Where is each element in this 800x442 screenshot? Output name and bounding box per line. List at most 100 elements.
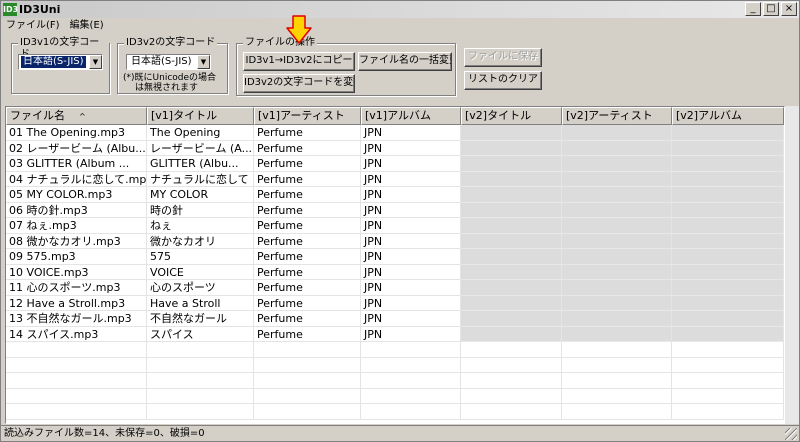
table-row[interactable]: 08 微かなカオリ.mp3 微かなカオリ Perfume JPN: [6, 233, 784, 249]
cell-album: JPN: [361, 326, 461, 342]
col-header-v2-artist[interactable]: [v2]アーティスト: [562, 107, 672, 125]
cell-title: 575: [147, 249, 254, 265]
cell-empty: [672, 218, 784, 234]
cell-empty: [147, 342, 254, 358]
cell-empty: [461, 404, 562, 420]
cell-empty: [562, 295, 672, 311]
cell-title: MY COLOR: [147, 187, 254, 203]
v2-charset-group: ID3v2の文字コード 日本語(S-JIS) ▼ (*)既にUnicodeの場合…: [117, 37, 228, 94]
cell-title: レーザービーム (A...: [147, 140, 254, 156]
batch-rename-button[interactable]: ファイル名の一括変更: [358, 52, 452, 71]
table-row[interactable]: 01 The Opening.mp3 The Opening Perfume JPN: [6, 125, 784, 141]
file-list-table: ファイル名 ^ [v1]タイトル [v1]アーティスト [v1]アルバム [v2]…: [5, 106, 785, 424]
app-icon: ID3: [3, 3, 19, 16]
cell-empty: [672, 295, 784, 311]
minimize-button[interactable]: _: [745, 2, 761, 16]
v2-charset-select[interactable]: 日本語(S-JIS) ▼: [126, 54, 211, 70]
cell-empty: [461, 125, 562, 141]
cell-file: 09 575.mp3: [6, 249, 147, 265]
cell-empty: [672, 125, 784, 141]
cell-title: GLITTER (Albu...: [147, 156, 254, 172]
v2-charset-legend: ID3v2の文字コード: [124, 37, 218, 49]
cell-empty: [562, 140, 672, 156]
save-button[interactable]: ファイルに保存: [464, 48, 542, 67]
cell-empty: [672, 171, 784, 187]
cell-title: Have a Stroll: [147, 295, 254, 311]
col-header-filename[interactable]: ファイル名 ^: [6, 107, 147, 125]
cell-file: 13 不自然なガール.mp3: [6, 311, 147, 327]
maximize-button[interactable]: □: [763, 2, 779, 16]
table-row[interactable]: 06 時の針.mp3 時の針 Perfume JPN: [6, 202, 784, 218]
table-row[interactable]: 04 ナチュラルに恋して.mp3 ナチュラルに恋して Perfume JPN: [6, 171, 784, 187]
cell-empty: [562, 373, 672, 389]
convert-v2-charset-button[interactable]: ID3v2の文字コードを変換: [243, 74, 355, 93]
col-header-v1-title[interactable]: [v1]タイトル: [147, 107, 254, 125]
vertical-scroll-area: [785, 106, 799, 424]
table-row[interactable]: 03 GLITTER (Album ... GLITTER (Albu... Per…: [6, 156, 784, 172]
cell-empty: [461, 249, 562, 265]
cell-empty: [562, 233, 672, 249]
clear-list-button[interactable]: リストのクリア: [464, 71, 542, 90]
v1-charset-group: ID3v1の文字コード 日本語(S-JIS) ▼: [11, 37, 110, 94]
cell-empty: [562, 326, 672, 342]
cell-empty: [6, 373, 147, 389]
cell-album: JPN: [361, 280, 461, 296]
cell-file: 03 GLITTER (Album ...: [6, 156, 147, 172]
copy-v1-to-v2-button[interactable]: ID3v1→ID3v2にコピー: [243, 52, 355, 71]
cell-empty: [461, 187, 562, 203]
table-row[interactable]: 13 不自然なガール.mp3 不自然なガール Perfume JPN: [6, 311, 784, 327]
chevron-down-icon[interactable]: ▼: [89, 55, 102, 69]
cell-empty: [254, 373, 361, 389]
cell-empty: [461, 233, 562, 249]
menu-edit[interactable]: 編集(E): [65, 19, 109, 33]
table-row[interactable]: 07 ねぇ.mp3 ねぇ Perfume JPN: [6, 218, 784, 234]
chevron-down-icon[interactable]: ▼: [197, 55, 210, 69]
cell-empty: [562, 404, 672, 420]
cell-album: JPN: [361, 140, 461, 156]
table-row[interactable]: 09 575.mp3 575 Perfume JPN: [6, 249, 784, 265]
cell-artist: Perfume: [254, 311, 361, 327]
table-row[interactable]: 02 レーザービーム (Albu... レーザービーム (A... Perfume J…: [6, 140, 784, 156]
cell-empty: [562, 311, 672, 327]
cell-album: JPN: [361, 295, 461, 311]
table-row[interactable]: 12 Have a Stroll.mp3 Have a Stroll Perfume…: [6, 295, 784, 311]
table-row[interactable]: 14 スパイス.mp3 スパイス Perfume JPN: [6, 326, 784, 342]
table-row[interactable]: 10 VOICE.mp3 VOICE Perfume JPN: [6, 264, 784, 280]
col-header-v1-artist[interactable]: [v1]アーティスト: [254, 107, 361, 125]
col-header-v1-album[interactable]: [v1]アルバム: [361, 107, 461, 125]
cell-empty: [254, 388, 361, 404]
empty-row: [6, 357, 784, 373]
cell-artist: Perfume: [254, 187, 361, 203]
cell-file: 12 Have a Stroll.mp3: [6, 295, 147, 311]
cell-empty: [562, 125, 672, 141]
close-button[interactable]: ×: [781, 2, 797, 16]
table-row[interactable]: 05 MY COLOR.mp3 MY COLOR Perfume JPN: [6, 187, 784, 203]
cell-empty: [562, 249, 672, 265]
cell-empty: [562, 342, 672, 358]
menu-file[interactable]: ファイル(F): [1, 19, 65, 33]
cell-title: ナチュラルに恋して: [147, 171, 254, 187]
title-bar[interactable]: ID3 ID3Uni _ □ ×: [1, 1, 799, 18]
cell-empty: [562, 171, 672, 187]
cell-artist: Perfume: [254, 125, 361, 141]
cell-empty: [562, 202, 672, 218]
cell-title: 微かなカオリ: [147, 233, 254, 249]
col-header-v2-album[interactable]: [v2]アルバム: [672, 107, 784, 125]
status-bar: 読込みファイル数=14、未保存=0、破損=0: [1, 425, 799, 441]
cell-empty: [562, 280, 672, 296]
col-header-v2-title[interactable]: [v2]タイトル: [461, 107, 562, 125]
cell-empty: [147, 404, 254, 420]
v1-charset-select[interactable]: 日本語(S-JIS) ▼: [18, 54, 103, 70]
v2-charset-value: 日本語(S-JIS): [131, 56, 192, 67]
cell-album: JPN: [361, 264, 461, 280]
empty-row: [6, 373, 784, 389]
cell-empty: [672, 388, 784, 404]
cell-album: JPN: [361, 233, 461, 249]
cell-artist: Perfume: [254, 326, 361, 342]
cell-empty: [147, 388, 254, 404]
table-row[interactable]: 11 心のスポーツ.mp3 心のスポーツ Perfume JPN: [6, 280, 784, 296]
cell-artist: Perfume: [254, 218, 361, 234]
resize-grip-icon[interactable]: [785, 428, 797, 440]
cell-file: 11 心のスポーツ.mp3: [6, 280, 147, 296]
cell-empty: [672, 249, 784, 265]
